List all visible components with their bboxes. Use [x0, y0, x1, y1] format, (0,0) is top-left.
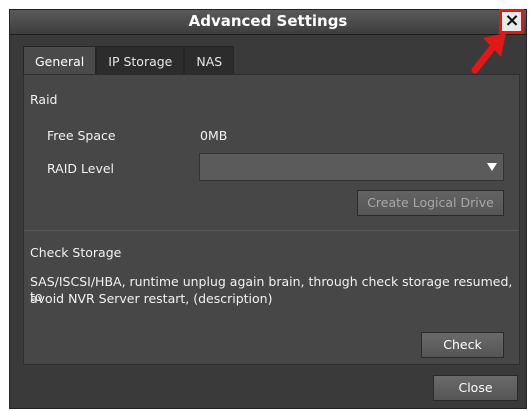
tab-bar: General IP Storage NAS [23, 46, 235, 74]
check-button[interactable]: Check [421, 332, 504, 358]
title-bar: Advanced Settings × [10, 10, 526, 35]
general-panel: Raid Free Space 0MB RAID Level Create Lo… [23, 74, 520, 365]
create-logical-drive-button[interactable]: Create Logical Drive [357, 190, 504, 216]
tab-nas[interactable]: NAS [184, 46, 235, 74]
tab-general[interactable]: General [23, 46, 97, 74]
window-title: Advanced Settings [188, 12, 348, 30]
advanced-settings-dialog: Advanced Settings × General IP Storage N… [9, 9, 527, 409]
free-space-label: Free Space [47, 128, 116, 143]
close-button[interactable]: Close [433, 375, 518, 401]
raid-section-title: Raid [30, 92, 58, 107]
raid-level-label: RAID Level [47, 161, 115, 176]
check-storage-description-line2: avoid NVR Server restart, (description) [30, 291, 273, 306]
check-storage-section-title: Check Storage [30, 245, 122, 260]
annotation-arrow-icon [471, 33, 506, 74]
raid-level-select[interactable] [199, 153, 504, 181]
free-space-value: 0MB [200, 128, 228, 143]
chevron-down-icon[interactable] [481, 154, 503, 180]
section-divider [24, 230, 519, 231]
tab-ip-storage[interactable]: IP Storage [96, 46, 185, 74]
